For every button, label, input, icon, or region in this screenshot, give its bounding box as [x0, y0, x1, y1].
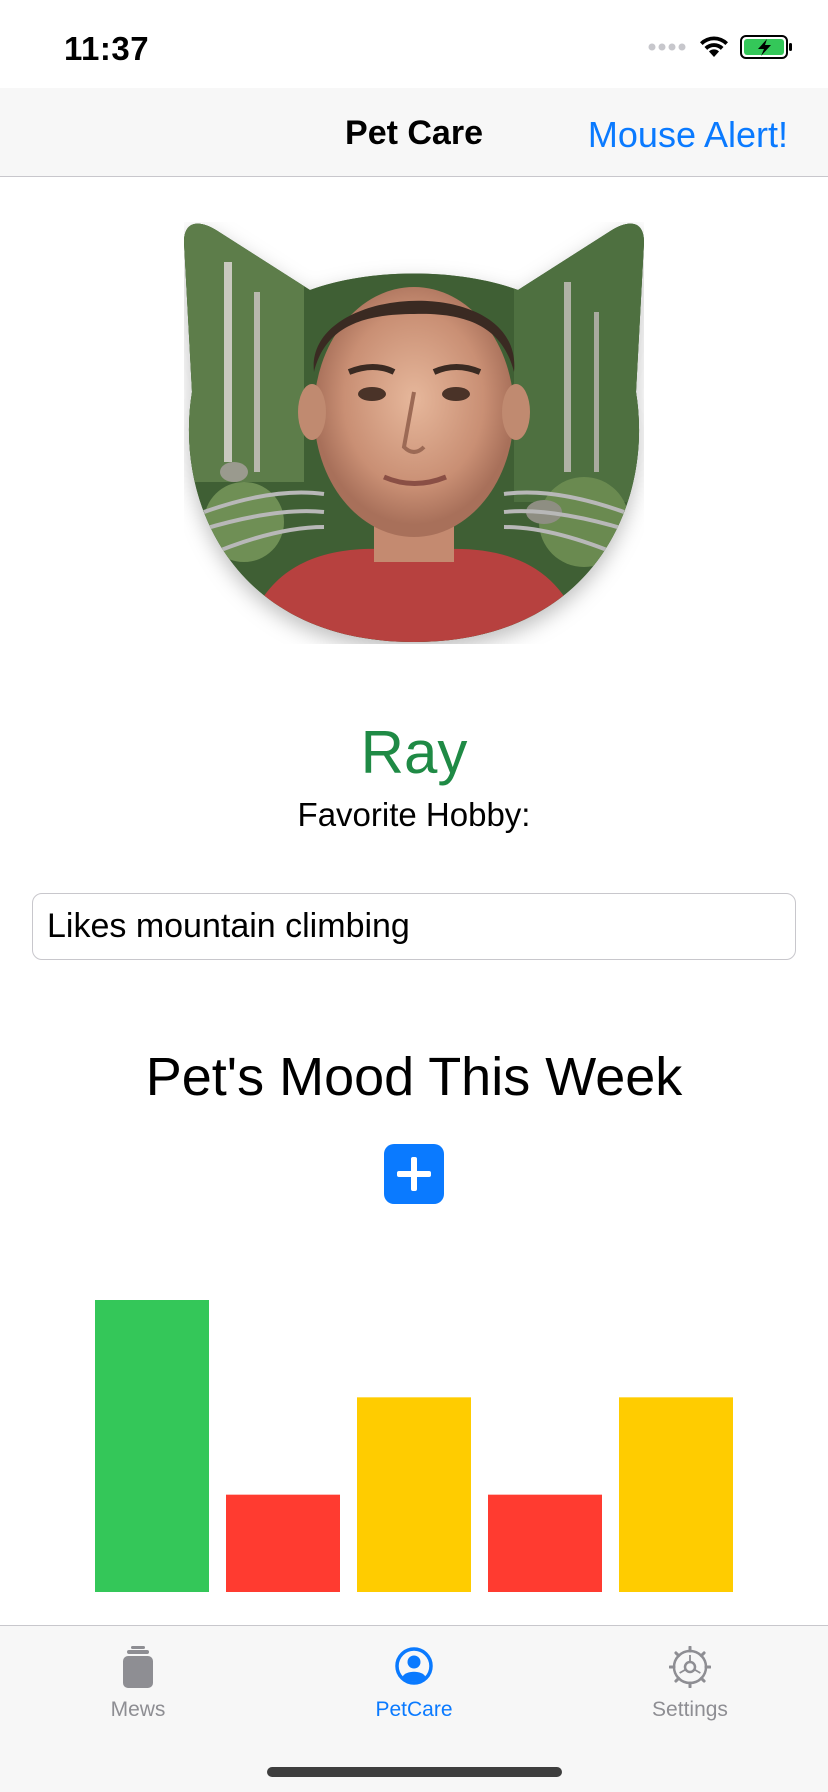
tab-settings-icon-wrap	[552, 1646, 828, 1690]
tab-settings-label: Settings	[652, 1698, 728, 1721]
tab-petcare-icon-wrap	[276, 1646, 552, 1690]
wifi-icon	[700, 36, 728, 57]
status-icons	[648, 34, 794, 60]
hobby-label: Favorite Hobby:	[297, 796, 531, 833]
tab-mews-icon-wrap	[0, 1646, 276, 1690]
tab-mews-label: Mews	[110, 1698, 166, 1721]
battery-charging-icon	[740, 35, 792, 59]
mood-bar-3	[357, 1397, 471, 1592]
person-circle-icon	[395, 1647, 433, 1685]
home-indicator	[267, 1767, 562, 1777]
mood-bar-2	[226, 1494, 340, 1592]
add-mood-button[interactable]	[384, 1144, 444, 1204]
tab-petcare[interactable]: PetCare	[276, 1626, 552, 1736]
avatar	[184, 222, 644, 644]
gear-icon	[669, 1646, 711, 1688]
signal-icon	[648, 43, 686, 51]
tab-settings[interactable]: Settings	[552, 1626, 828, 1736]
mood-chart	[95, 1300, 733, 1592]
navigation-bar: Pet Care Mouse Alert!	[0, 88, 828, 177]
cat-head-avatar	[184, 223, 644, 642]
tab-mews[interactable]: Mews	[0, 1626, 276, 1736]
tab-petcare-label: PetCare	[375, 1698, 453, 1721]
status-time: 11:37	[64, 30, 150, 67]
hobby-input[interactable]	[32, 893, 796, 960]
mood-bar-5	[619, 1397, 733, 1592]
pet-name: Ray	[360, 719, 468, 786]
cup-icon	[123, 1646, 153, 1688]
mouse-alert-button[interactable]: Mouse Alert!	[588, 114, 788, 156]
mood-title: Pet's Mood This Week	[145, 1047, 683, 1107]
status-bar: 11:37	[0, 0, 828, 88]
plus-icon	[397, 1157, 431, 1191]
mood-bar-4	[488, 1494, 602, 1592]
mood-bar-1	[95, 1300, 209, 1592]
